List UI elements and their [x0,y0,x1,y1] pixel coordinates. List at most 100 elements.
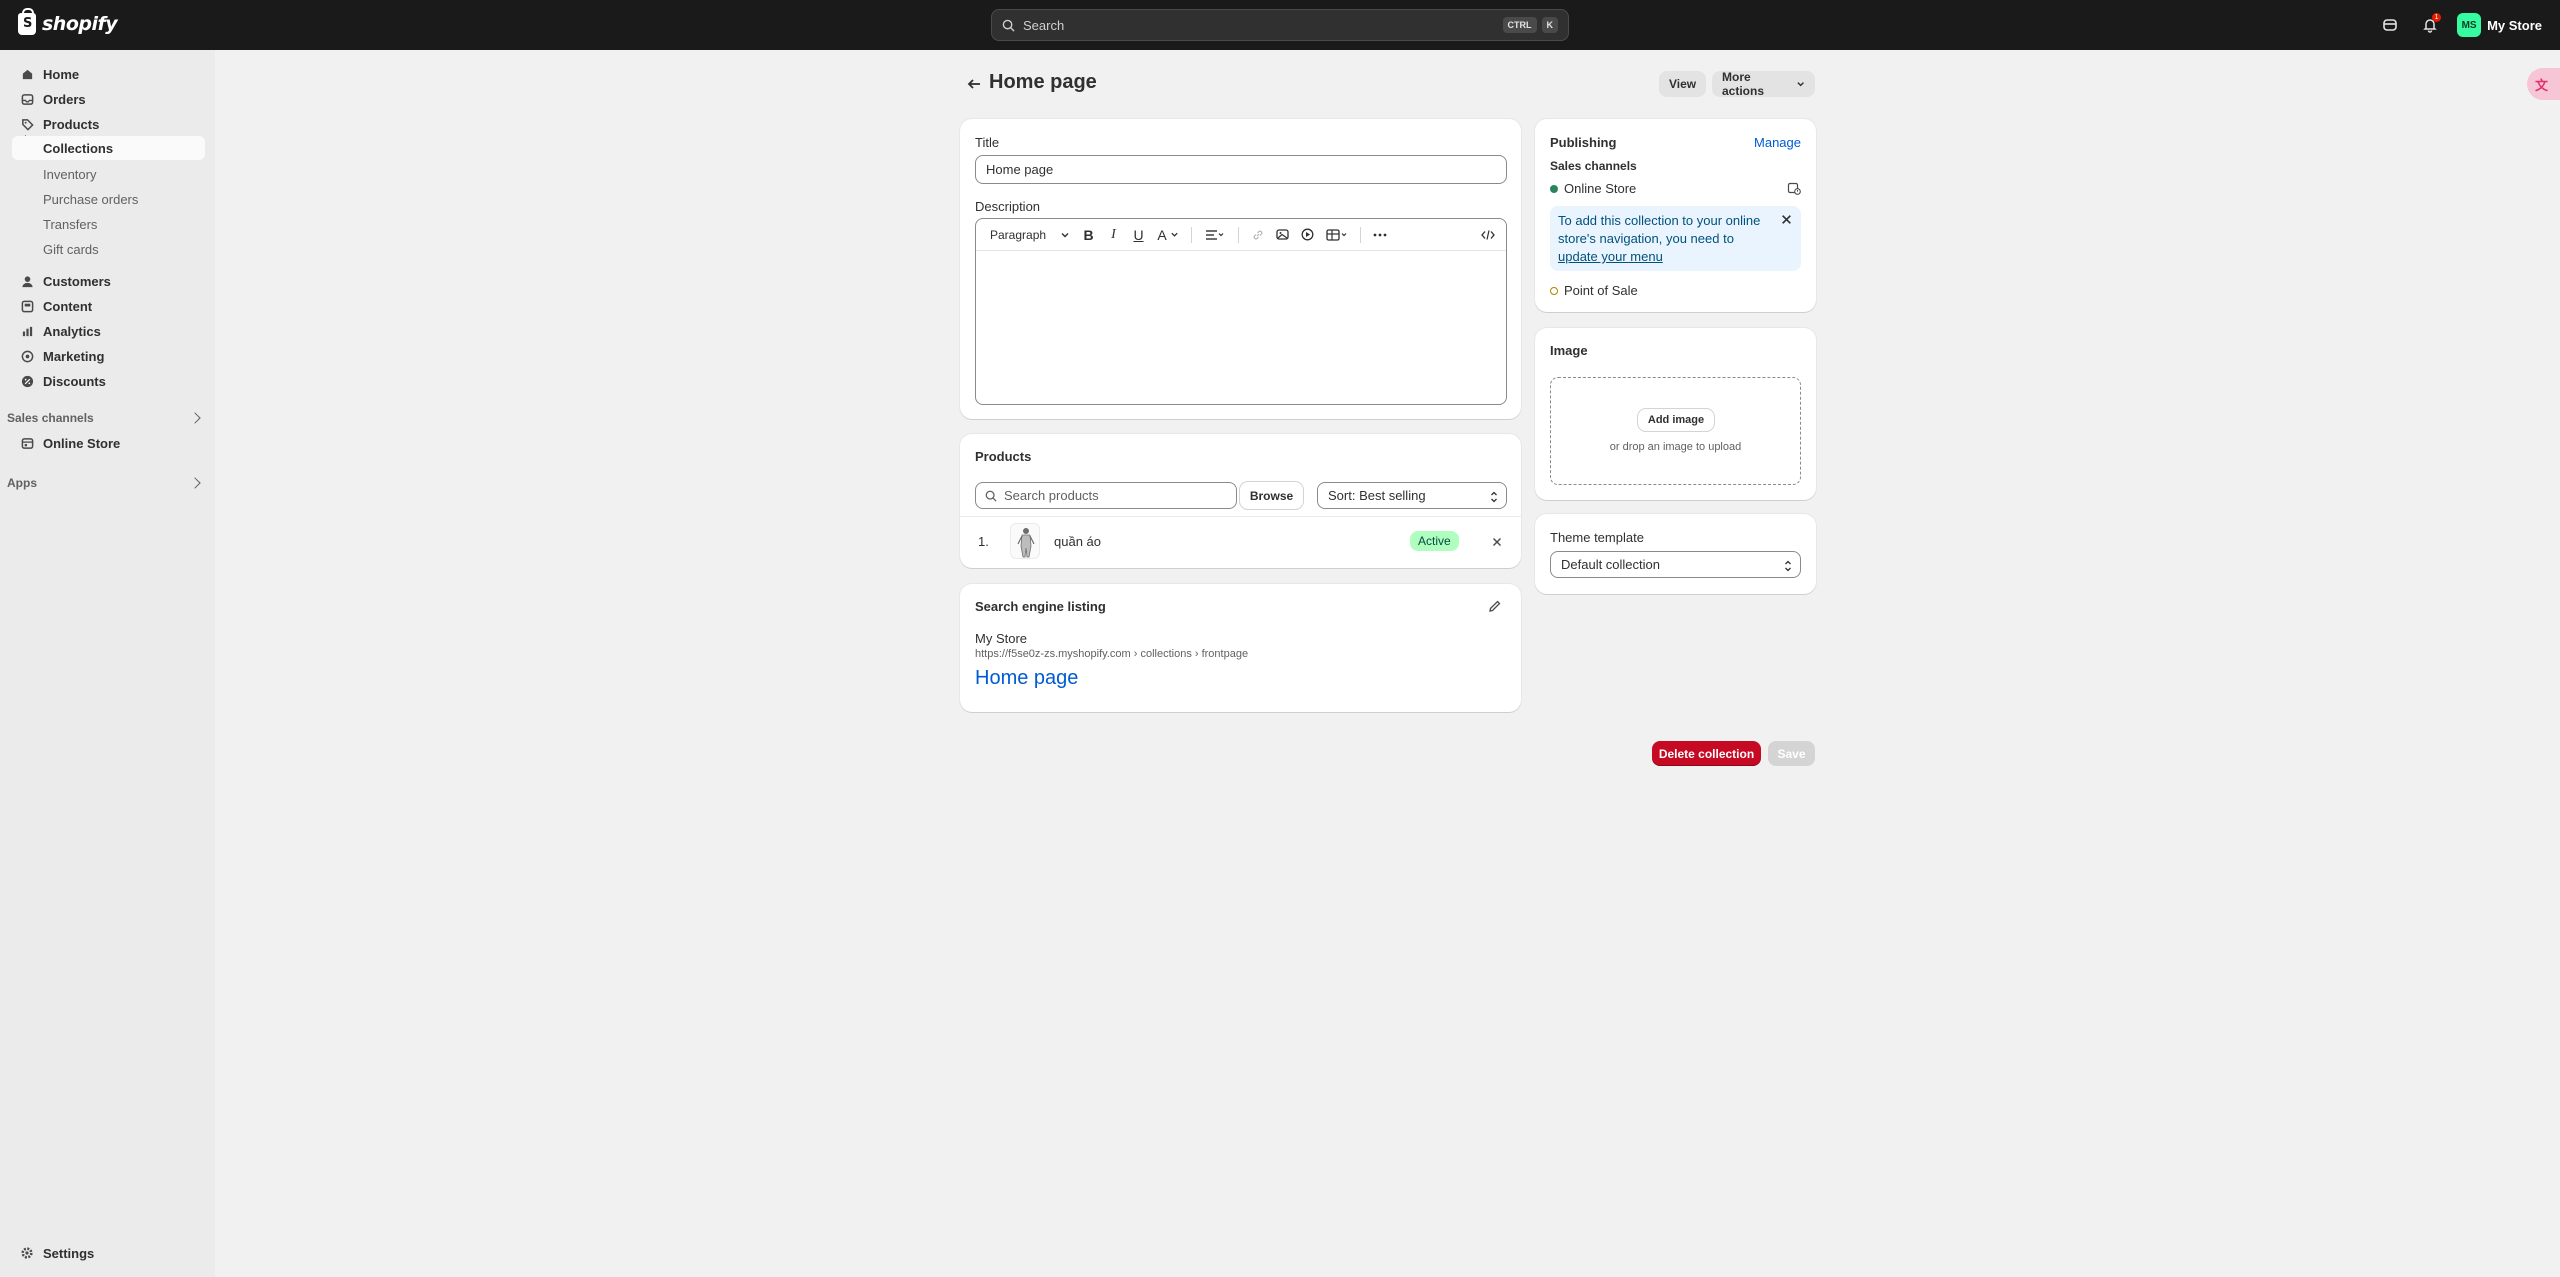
sidebar-item-home[interactable]: Home [12,62,205,86]
sidebar-item-label: Discounts [43,373,106,389]
save-button[interactable]: Save [1768,741,1815,766]
sidebar-item-label: Settings [43,1245,95,1261]
chevron-right-icon [189,412,201,424]
sidebar-item-label: Online Store [43,435,121,451]
sales-channels-label: Sales channels [7,411,94,425]
code-view-icon[interactable] [1475,224,1500,246]
video-icon[interactable] [1295,224,1320,246]
shopify-logo[interactable]: shopify [18,8,118,35]
avatar[interactable]: MS [2457,13,2482,37]
home-icon [20,67,34,81]
italic-icon[interactable]: I [1101,224,1126,246]
translate-widget-button[interactable]: 文 [2527,68,2560,100]
sidebar-item-label: Content [43,298,93,314]
navigation-notice: To add this collection to your online st… [1550,206,1801,271]
text-color-icon[interactable]: A [1151,224,1185,246]
delete-collection-button[interactable]: Delete collection [1652,741,1761,766]
image-dropzone[interactable]: Add image or drop an image to upload [1550,377,1801,485]
toolbar-divider [1191,226,1192,243]
sidebar-item-discounts[interactable]: Discounts [12,369,205,393]
sidebar-item-content[interactable]: Content [12,294,205,318]
sidebar-item-label: Purchase orders [43,191,139,207]
close-icon[interactable] [1781,214,1792,225]
select-arrows-icon [1491,491,1497,503]
seo-url: https://f5se0z-zs.myshopify.com › collec… [975,648,1249,660]
sidebar-item-label: Transfers [43,216,98,232]
theme-template-value: Default collection [1561,557,1660,572]
back-arrow-icon[interactable] [965,75,983,93]
inbox-icon [20,92,34,106]
sidebar-item-collections[interactable]: Collections [12,136,205,160]
toolbar-divider [1238,226,1239,243]
update-menu-link[interactable]: update your menu [1558,249,1663,264]
unpublished-dot-icon [1550,286,1558,295]
apps-label: Apps [7,476,37,490]
apps-heading[interactable]: Apps [7,476,205,490]
sidebar-item-customers[interactable]: Customers [12,269,205,293]
sidebar-item-label: Orders [43,91,86,107]
image-icon[interactable] [1270,224,1295,246]
title-input-value: Home page [986,162,1054,177]
product-row-index: 1. [978,534,989,549]
sidebar-item-purchase-orders[interactable]: Purchase orders [12,187,205,211]
chart-icon [20,324,34,338]
product-row-name[interactable]: quần áo [1054,534,1101,549]
save-label: Save [1777,746,1806,761]
align-icon[interactable] [1198,224,1232,246]
title-input[interactable]: Home page [975,155,1507,184]
toolbar-divider [1360,226,1361,243]
sidebar-item-products[interactable]: Products [12,112,205,136]
title-description-card: Title Home page Description Paragraph B … [960,119,1521,419]
sort-select[interactable]: Sort: Best selling [1317,482,1507,509]
view-button[interactable]: View [1659,71,1707,97]
sidebar-item-online-store[interactable]: Online Store [12,431,205,455]
sidebar-item-transfers[interactable]: Transfers [12,212,205,236]
close-icon[interactable] [1492,537,1502,547]
browse-button[interactable]: Browse [1240,482,1303,509]
description-editor[interactable]: Paragraph B I U A [975,218,1507,405]
dropzone-hint: or drop an image to upload [1609,441,1742,453]
store-name[interactable]: My Store [2487,18,2542,33]
sidebar-item-marketing[interactable]: Marketing [12,344,205,368]
more-actions-button[interactable]: More actions [1712,70,1815,98]
store-switcher-button[interactable] [2377,12,2403,38]
channel-online-store: Online Store [1550,181,1636,196]
add-image-label: Add image [1647,414,1705,426]
search-icon [1002,19,1015,32]
search-products-placeholder: Search products [1004,488,1099,503]
description-label: Description [975,199,1041,214]
bold-icon[interactable]: B [1076,224,1101,246]
manage-link[interactable]: Manage [1754,135,1801,150]
store-icon [2383,19,2397,31]
channel-name: Point of Sale [1564,283,1638,298]
sidebar-item-label: Marketing [43,348,105,364]
product-row[interactable]: 1. quần áo Active [960,517,1521,567]
sidebar-item-orders[interactable]: Orders [12,87,205,111]
search-input[interactable]: Search CTRL K [991,9,1569,41]
paragraph-select[interactable]: Paragraph [990,228,1076,242]
published-dot-icon [1550,184,1558,193]
seo-page-title: Home page [975,667,1079,689]
link-icon[interactable] [1245,224,1270,246]
edit-pencil-icon[interactable] [1488,599,1502,613]
seo-store-name: My Store [975,631,1028,646]
more-formatting-icon[interactable] [1367,224,1392,246]
sidebar-item-settings[interactable]: Settings [12,1241,205,1265]
select-arrows-icon [1785,560,1791,572]
channel-point-of-sale: Point of Sale [1550,283,1638,298]
page-title: Home page [989,71,1097,93]
underline-icon[interactable]: U [1126,224,1151,246]
sidebar-item-inventory[interactable]: Inventory [12,162,205,186]
sidebar-item-gift-cards[interactable]: Gift cards [12,237,205,261]
search-products-input[interactable]: Search products [975,482,1237,509]
add-image-button[interactable]: Add image [1638,409,1714,431]
theme-template-select[interactable]: Default collection [1550,551,1801,578]
image-heading: Image [1550,343,1588,358]
sales-channels-heading[interactable]: Sales channels [7,411,205,425]
sidebar-item-analytics[interactable]: Analytics [12,319,205,343]
table-icon[interactable] [1320,224,1354,246]
notifications-button[interactable]: 1 [2417,12,2443,38]
sort-select-label: Sort: Best selling [1328,488,1426,503]
search-placeholder: Search [1023,17,1065,33]
calendar-schedule-icon[interactable] [1787,181,1801,195]
